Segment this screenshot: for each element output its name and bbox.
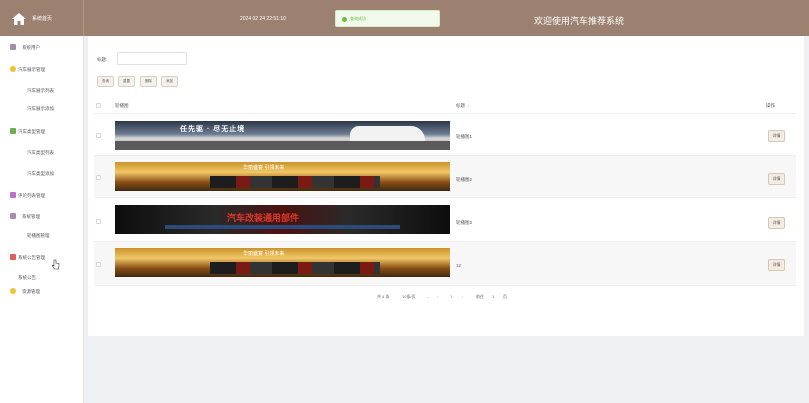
row-divider: [94, 197, 796, 198]
user-icon: [10, 44, 16, 50]
home-icon[interactable]: [12, 13, 26, 25]
title-filter-label: 标题:: [97, 57, 108, 62]
cars-graphic: [210, 262, 380, 274]
row-title: 轮播图3: [456, 220, 473, 225]
carousel-image: 华丽盛宴 引领未来: [115, 248, 450, 277]
sidebar-item-car-display-list[interactable]: 汽车展示列表: [27, 88, 54, 94]
sidebar-item-car-display-add[interactable]: 汽车展示添加: [27, 106, 54, 112]
row-divider: [94, 285, 796, 286]
column-header-action: 操作: [766, 103, 775, 108]
circle-icon: [10, 66, 16, 72]
row-title: 12: [456, 263, 462, 268]
page-unit: 页: [503, 294, 507, 299]
detail-button[interactable]: 详情: [768, 259, 785, 271]
sidebar-item-car-type-add[interactable]: 汽车类型添加: [27, 171, 54, 177]
row-checkbox[interactable]: [96, 219, 101, 224]
carousel-image: 华丽盛宴 引领未来: [115, 162, 450, 191]
row-title: 轮播图2: [456, 177, 473, 182]
column-header-image: 轮播图: [115, 103, 129, 108]
detail-button[interactable]: 详情: [768, 217, 785, 229]
road-graphic: [115, 141, 450, 150]
carousel-image: 任先驱 · 尽无止境: [115, 121, 450, 150]
circle-icon: [10, 288, 16, 294]
row-title: 轮播图1: [456, 134, 473, 139]
prev-page-icon[interactable]: ‹: [437, 294, 438, 299]
sidebar-item-car-type[interactable]: 汽车类型管理: [18, 129, 45, 135]
page-title: 欢迎使用汽车推荐系统: [534, 17, 625, 27]
comment-icon: [10, 192, 16, 198]
row-checkbox[interactable]: [96, 262, 101, 267]
sidebar-item-notice[interactable]: 系统公告: [18, 275, 36, 281]
square-icon: [10, 128, 16, 134]
detail-button[interactable]: 详情: [768, 173, 785, 185]
sort-icon[interactable]: ↕: [467, 103, 469, 108]
gear-icon: [10, 213, 16, 219]
sidebar-item-system-user[interactable]: 系统用户: [22, 45, 40, 51]
select-all-checkbox[interactable]: [96, 103, 101, 108]
row-checkbox[interactable]: [96, 133, 101, 138]
pointer-cursor-icon: [51, 259, 60, 270]
page-size-select[interactable]: 10条/页: [402, 294, 416, 300]
current-page[interactable]: 1: [450, 294, 452, 299]
sidebar-item-comments[interactable]: 评论列表管理: [18, 193, 45, 199]
datetime: 2024 02 24 22:51:10: [240, 16, 286, 22]
grid-icon: [10, 254, 16, 260]
sidebar-item-resources[interactable]: 资源管理: [22, 289, 40, 295]
goto-page-input[interactable]: 1: [492, 294, 494, 299]
banner-stripe: [165, 225, 400, 229]
success-icon: [342, 17, 347, 22]
reset-button[interactable]: 重置: [118, 76, 135, 87]
banner-caption: 华丽盛宴 引领未来: [243, 165, 285, 171]
sidebar-item-system[interactable]: 系统管理: [22, 214, 40, 220]
success-toast: 查询成功: [335, 10, 440, 27]
carousel-image: 汽车改装通用部件: [115, 205, 450, 234]
page-size-chevron-icon[interactable]: ⌄: [426, 294, 429, 299]
sidebar-item-notice-manage[interactable]: 系统公告管理: [18, 255, 45, 261]
home-link[interactable]: 系统首页: [32, 15, 52, 22]
banner-caption: 汽车改装通用部件: [227, 213, 300, 223]
next-page-icon[interactable]: ›: [462, 294, 463, 299]
banner-caption: 任先驱 · 尽无止境: [180, 126, 246, 133]
sidebar-item-carousel[interactable]: 轮播图管理: [27, 233, 50, 239]
title-filter-input[interactable]: [117, 52, 187, 65]
pagination-total: 共 4 条: [377, 294, 390, 299]
search-button[interactable]: 查询: [97, 76, 114, 87]
add-button[interactable]: 添加: [161, 76, 178, 87]
sidebar-item-car-type-list[interactable]: 汽车类型列表: [27, 150, 54, 156]
delete-button[interactable]: 删除: [140, 76, 157, 87]
cars-graphic: [210, 176, 380, 188]
sidebar-item-car-display[interactable]: 汽车展示管理: [18, 67, 45, 73]
top-bar: 系统首页 2024 02 24 22:51:10 查询成功 欢迎使用汽车推荐系统: [0, 0, 809, 36]
toast-message: 查询成功: [350, 16, 366, 21]
goto-label: 前往: [476, 294, 484, 299]
banner-caption: 华丽盛宴 引领未来: [243, 251, 285, 257]
header-divider: [94, 113, 796, 114]
detail-button[interactable]: 详情: [768, 130, 785, 142]
column-header-title: 标题: [456, 103, 465, 108]
row-checkbox[interactable]: [96, 175, 101, 180]
